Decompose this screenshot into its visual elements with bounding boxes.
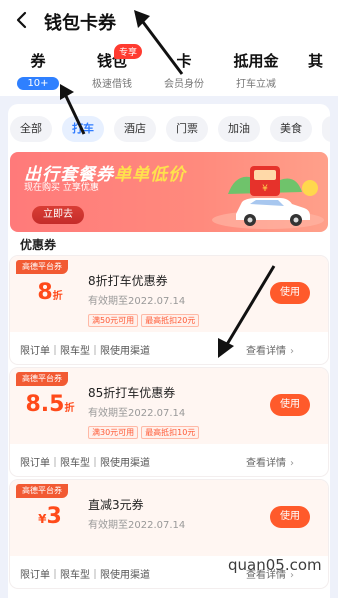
tab-label: 券 xyxy=(30,52,46,70)
tab-coupons[interactable]: 券 10+ xyxy=(16,50,60,90)
use-button[interactable]: 使用 xyxy=(270,394,310,416)
svg-text:¥: ¥ xyxy=(262,184,268,194)
filter-hotel[interactable]: 酒店 xyxy=(114,116,156,142)
tab-more[interactable]: 其 xyxy=(308,50,338,71)
coupon-amount: 8折 xyxy=(20,280,80,305)
amount-unit: 折 xyxy=(52,291,63,302)
coupon-validity: 有效期至2022.07.14 xyxy=(88,408,186,419)
coupon-amount: ¥3 xyxy=(20,504,80,529)
coupon-validity: 有效期至2022.07.14 xyxy=(88,520,186,531)
tab-label: 其 xyxy=(308,52,324,70)
back-arrow-icon[interactable] xyxy=(12,10,32,30)
view-details-link[interactable]: 查看详情 › xyxy=(246,454,294,469)
coupon-restrictions: 限订单｜限车型｜限使用渠道 xyxy=(20,570,150,581)
coupon-card: 高德平台券 8.5折 85折打车优惠券 有效期至2022.07.14 满30元可… xyxy=(10,368,328,476)
tab-label: 抵用金 xyxy=(233,52,279,70)
coupon-card-body: 高德平台券 8折 8折打车优惠券 有效期至2022.07.14 满50元可用 最高… xyxy=(10,256,328,332)
banner-subtitle: 现在购买 立享优惠 xyxy=(24,183,99,194)
coupon-card: 高德平台券 8折 8折打车优惠券 有效期至2022.07.14 满50元可用 最高… xyxy=(10,256,328,364)
filter-tickets[interactable]: 门票 xyxy=(166,116,208,142)
filter-all[interactable]: 全部 xyxy=(10,116,52,142)
currency-symbol: ¥ xyxy=(38,512,47,526)
coupon-validity: 有效期至2022.07.14 xyxy=(88,296,186,307)
amount-value: 8.5 xyxy=(25,392,65,417)
annotation-arrow-icon xyxy=(60,84,86,135)
coupon-amount: 8.5折 xyxy=(20,392,80,417)
promo-banner[interactable]: 出行套餐券单单低价 现在购买 立享优惠 立即去 ¥ xyxy=(10,152,328,232)
car-illustration-icon: ¥ xyxy=(212,166,324,229)
tab-credit[interactable]: 抵用金 打车立减 xyxy=(228,50,284,90)
annotation-arrow-icon xyxy=(134,10,184,75)
annotation-arrow-icon xyxy=(218,265,276,358)
condition-tag: 满30元可用 xyxy=(88,426,139,439)
amount-value: 3 xyxy=(46,504,62,529)
coupon-panel: 全部 打车 酒店 门票 加油 美食 出行套餐券单单低价 现在购买 立享优惠 立即… xyxy=(8,104,330,598)
filter-more[interactable] xyxy=(322,116,330,142)
coupon-count-badge: 10+ xyxy=(17,77,59,90)
platform-tag: 高德平台券 xyxy=(16,372,68,386)
filter-fuel[interactable]: 加油 xyxy=(218,116,260,142)
condition-tag: 最高抵扣20元 xyxy=(141,314,200,327)
platform-tag: 高德平台券 xyxy=(16,484,68,498)
coupon-name: 8折打车优惠券 xyxy=(88,274,168,288)
coupon-restrictions: 限订单｜限车型｜限使用渠道 xyxy=(20,458,150,469)
banner-title-b: 单单低价 xyxy=(114,165,186,185)
condition-tag: 满50元可用 xyxy=(88,314,139,327)
condition-tag: 最高抵扣10元 xyxy=(141,426,200,439)
coupon-name: 85折打车优惠券 xyxy=(88,386,176,400)
details-label: 查看详情 xyxy=(246,458,286,469)
coupon-name: 直减3元券 xyxy=(88,498,144,512)
banner-subtitle-line: 现在购买 立享优惠 xyxy=(24,183,99,193)
use-button[interactable]: 使用 xyxy=(270,506,310,528)
filter-food[interactable]: 美食 xyxy=(270,116,312,142)
coupon-restrictions: 限订单｜限车型｜限使用渠道 xyxy=(20,346,150,357)
coupon-conditions: 满30元可用 最高抵扣10元 xyxy=(88,420,202,439)
banner-go-button[interactable]: 立即去 xyxy=(32,206,84,224)
banner-title-a: 出行套餐券 xyxy=(24,165,114,185)
chevron-right-icon: › xyxy=(290,458,294,469)
section-title: 优惠券 xyxy=(20,238,57,252)
platform-tag: 高德平台券 xyxy=(16,260,68,274)
tab-subtitle: 打车立减 xyxy=(236,79,276,90)
chevron-right-icon: › xyxy=(290,346,294,357)
amount-value: 8 xyxy=(37,280,53,305)
coupon-conditions: 满50元可用 最高抵扣20元 xyxy=(88,308,202,327)
watermark-text: quan05.com xyxy=(228,556,322,574)
banner-title: 出行套餐券单单低价 xyxy=(24,160,186,185)
coupon-card-body: 高德平台券 ¥3 直减3元券 有效期至2022.07.14 使用 xyxy=(10,480,328,556)
coupon-card-body: 高德平台券 8.5折 85折打车优惠券 有效期至2022.07.14 满30元可… xyxy=(10,368,328,444)
page-title: 钱包卡券 xyxy=(44,13,116,34)
amount-unit: 折 xyxy=(64,403,75,414)
